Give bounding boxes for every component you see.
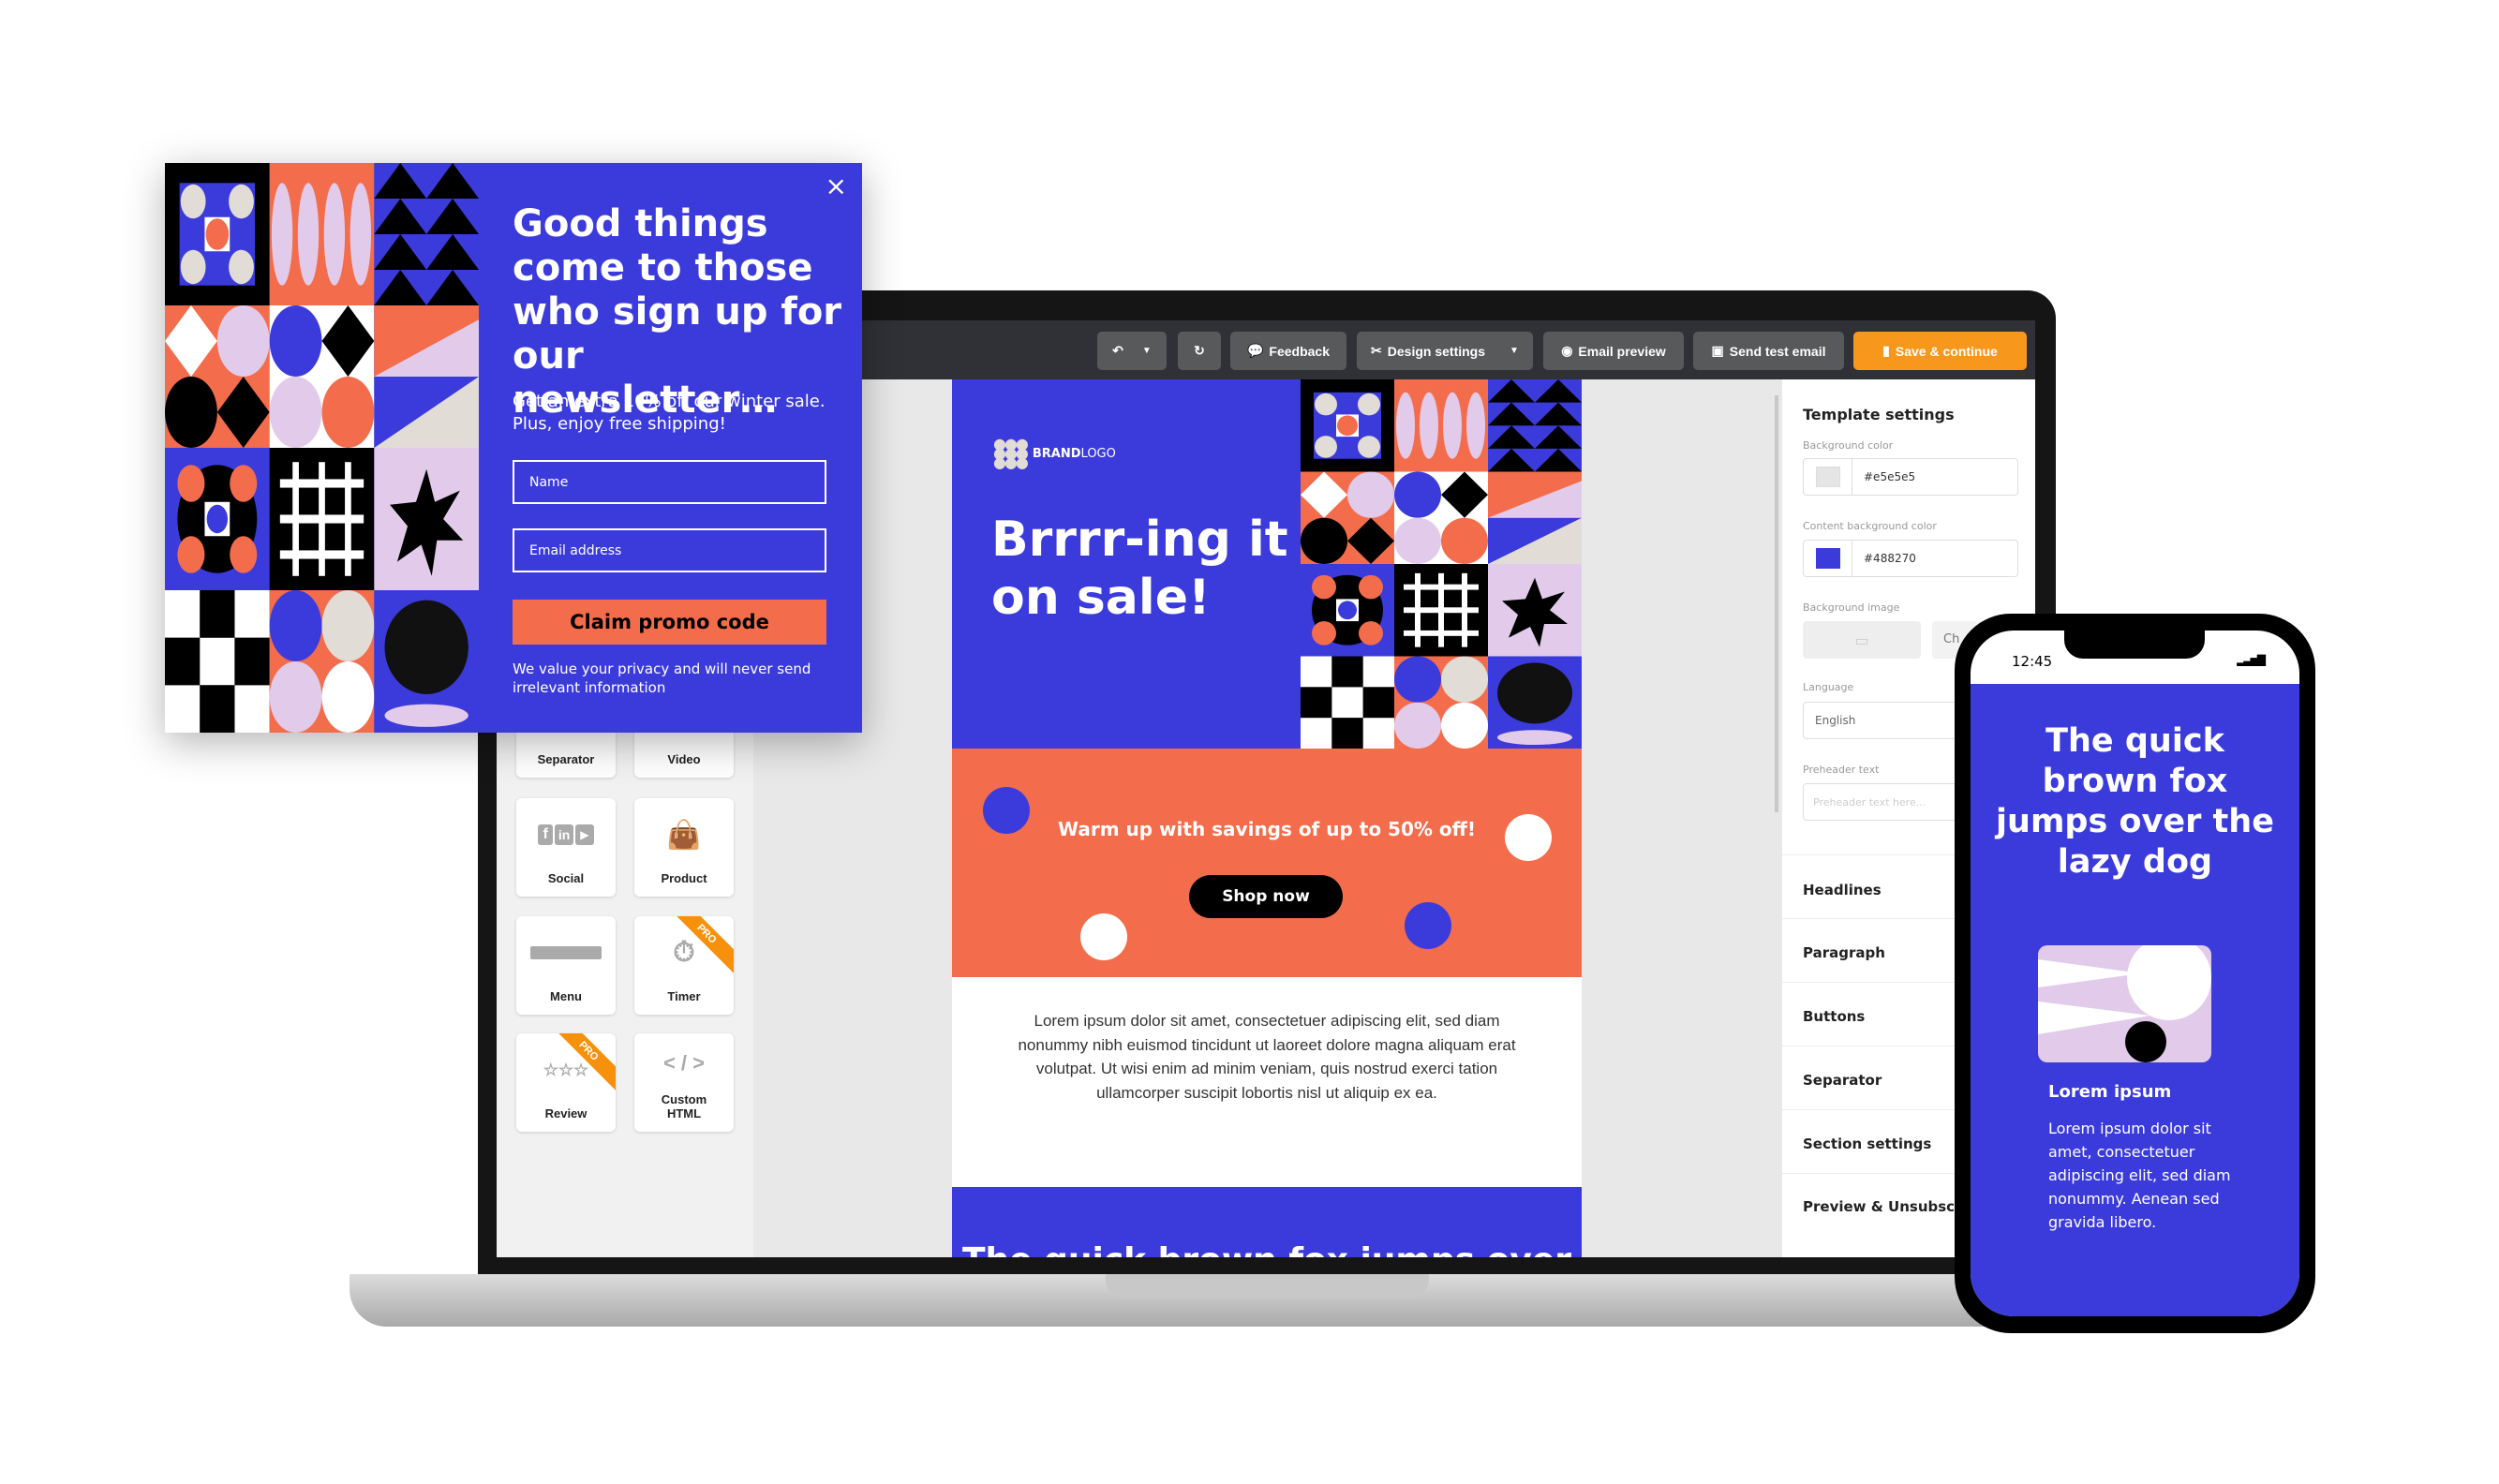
tile-review[interactable]: ☆☆☆ Review PRO [516,1033,616,1132]
footer-title: The quick brown fox jumps over [952,1241,1582,1257]
logo-dots-icon: ●●● ●●● ●●● [993,435,1029,471]
tile-social[interactable]: f in ▶ Social [516,798,616,897]
scrollbar[interactable] [1775,395,1778,812]
phone: 12:45 ▂▃▅▇ The quick brown fox jumps ove… [1955,614,2315,1333]
dot [1405,902,1451,949]
tile-timer[interactable]: ⏱ Timer PRO [634,916,734,1015]
privacy-note: We value your privacy and will never sen… [513,660,811,696]
undo-button[interactable]: ↶ ▼ [1097,332,1167,370]
geometric-pattern [165,163,479,733]
feedback-button[interactable]: 💬 Feedback [1230,332,1346,370]
tile-menu[interactable]: Menu [516,916,616,1015]
save-icon: ▮ [1882,343,1890,358]
redo-icon: ↻ [1194,343,1205,358]
shopping-bag-icon: 👜 [666,819,702,851]
email-input[interactable]: Email address [513,528,826,572]
social-icon: f in ▶ [537,798,594,871]
send-test-email-button[interactable]: ▣ Send test email [1693,332,1844,370]
status-time: 12:45 [2012,653,2053,670]
phone-title: The quick brown fox jumps over the lazy … [1996,722,2274,881]
undo-icon: ↶ [1112,343,1123,358]
save-continue-button[interactable]: ▮ Save & continue [1853,332,2027,370]
email-canvas[interactable]: ●●● ●●● ●●● BRANDLOGO Brrrr-ing it on sale!… [952,379,1582,1257]
chat-icon: 💬 [1246,343,1264,358]
design-settings-button[interactable]: ✂ Design settings ▼ [1357,332,1533,370]
email-preview-button[interactable]: ◉ Email preview [1543,332,1684,370]
name-input[interactable]: Name [513,460,826,504]
content-background-color-field[interactable]: #488270 [1803,540,2018,577]
phone-screen: 12:45 ▂▃▅▇ The quick brown fox jumps ove… [1971,631,2299,1316]
code-icon: < / > [662,1050,706,1075]
label: Background color [1803,439,1894,452]
claim-promo-button[interactable]: Claim promo code [513,600,826,645]
background-color-field[interactable]: #e5e5e5 [1803,458,2018,496]
label: Background image [1803,601,1900,614]
menu-bar-icon [530,916,602,989]
redo-button[interactable]: ↻ [1178,332,1221,370]
phone-paragraph: Lorem ipsum dolor sit amet, consectetuer… [2048,1120,2231,1231]
eye-icon: ◉ [1561,343,1573,358]
label: Preheader text [1803,764,1880,776]
hero-section: ●●● ●●● ●●● BRANDLOGO Brrrr-ing it on sale! [952,379,1582,749]
footer-section: The quick brown fox jumps over [952,1187,1582,1257]
promo-section: Warm up with savings of up to 50% off! S… [952,749,1582,977]
popup-subtitle: Get an extra 10% off our winter sale. Plu… [513,392,826,434]
phone-hero-image [2038,945,2211,1062]
close-icon[interactable]: × [826,171,847,201]
shop-now-button[interactable]: Shop now [1189,875,1343,918]
color-swatch[interactable] [1804,541,1852,576]
dot [1080,913,1127,960]
tile-custom-html[interactable]: < / > Custom HTML [634,1033,734,1132]
laptop-notch [1106,1274,1429,1298]
geometric-pattern [1301,379,1582,749]
popup-title: Good things come to those who sign up fo… [513,202,842,422]
tools-icon: ✂ [1371,343,1382,358]
label: Language [1803,681,1854,693]
phone-notch [2064,631,2205,659]
panel-title: Template settings [1803,406,1955,423]
send-icon: ▣ [1711,343,1724,358]
image-placeholder-icon[interactable]: ▭ [1803,621,1921,659]
newsletter-popup: × Good things come to those who sign up … [165,163,862,733]
tile-product[interactable]: 👜 Product [634,798,734,897]
signal-icon: ▂▃▅▇ [2237,653,2266,666]
chevron-down-icon[interactable]: ▼ [1142,346,1152,356]
hero-headline: Brrrr-ing it on sale! [991,512,1288,626]
email-paragraph: Lorem ipsum dolor sit amet, consectetuer… [1018,1012,1516,1102]
color-swatch[interactable] [1804,459,1852,495]
brand-logo: ●●● ●●● ●●● BRANDLOGO [993,435,1116,471]
phone-subtitle: Lorem ipsum [2048,1082,2172,1102]
label: Content background color [1803,520,1937,532]
promo-text: Warm up with savings of up to 50% off! [1058,818,1476,840]
chevron-down-icon[interactable]: ▼ [1510,346,1519,356]
